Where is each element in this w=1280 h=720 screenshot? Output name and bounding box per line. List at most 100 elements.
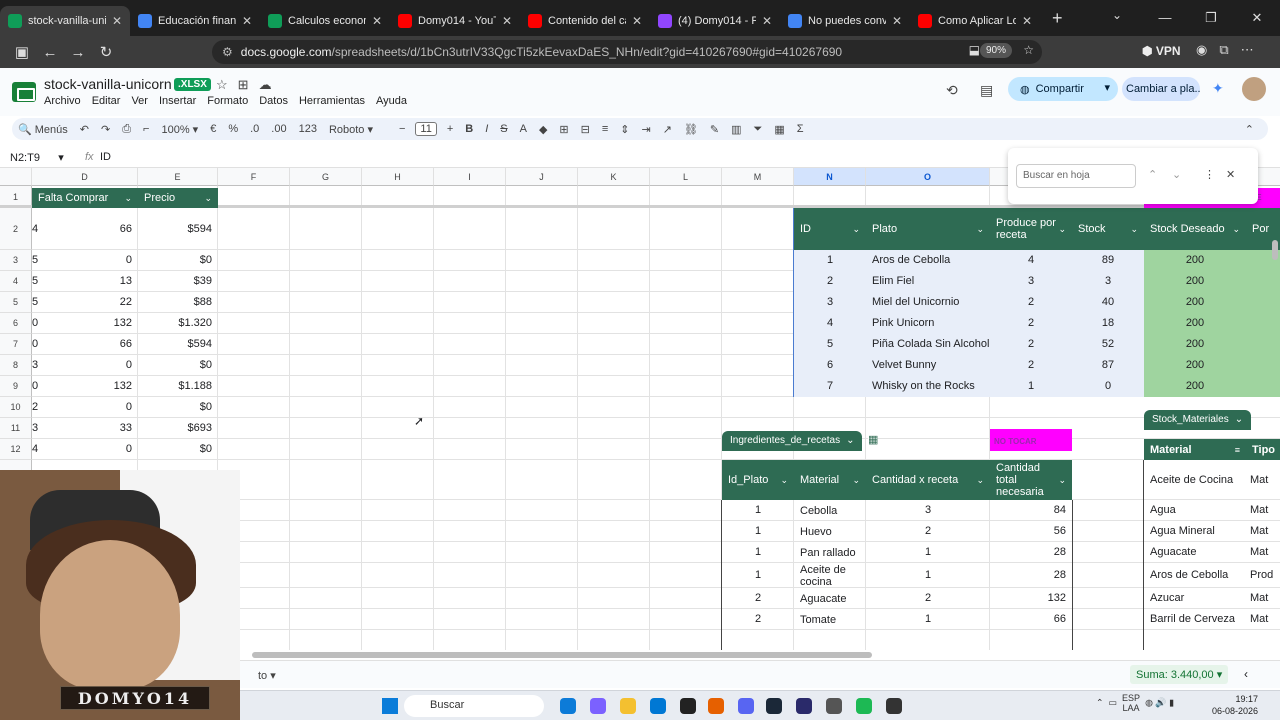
table-name-tag[interactable]: Ingredientes_de_recetas ⌄ <box>722 431 863 451</box>
row-header[interactable]: 2 <box>0 208 32 250</box>
steam-icon[interactable] <box>766 698 782 714</box>
windows-start-icon[interactable] <box>382 698 398 714</box>
zoom-select[interactable]: 100% ▾ <box>155 123 204 136</box>
font-size-decrease-icon[interactable]: − <box>393 123 411 135</box>
restore-icon[interactable]: ❐ <box>1188 0 1234 36</box>
zoom-badge[interactable]: 90% <box>979 43 1012 58</box>
menu-item[interactable]: Editar <box>92 95 121 107</box>
table-header-cell[interactable]: Cantidad total necesaria ⌄ <box>990 460 1072 500</box>
column-header[interactable]: K <box>578 168 650 186</box>
share-button[interactable]: ◍ Compartir ▾ <box>1008 77 1118 101</box>
chevron-down-icon[interactable]: ⌄ <box>1058 223 1066 235</box>
share-dropdown-icon[interactable]: ▾ <box>1104 81 1110 94</box>
tab-search-icon[interactable]: ⌄ <box>1112 8 1122 22</box>
store-icon[interactable] <box>680 698 696 714</box>
next-match-icon[interactable]: ⌄ <box>1172 168 1181 181</box>
close-window-icon[interactable]: ✕ <box>1234 0 1280 36</box>
row-header[interactable]: 12 <box>0 439 32 460</box>
bold-icon[interactable]: B <box>459 123 479 135</box>
fill-color-icon[interactable]: ◆ <box>533 123 553 136</box>
collapse-toolbar-icon[interactable]: ⌃ <box>1239 123 1260 136</box>
tab-close-icon[interactable]: ✕ <box>112 14 122 28</box>
row-header[interactable]: 7 <box>0 334 32 355</box>
italic-icon[interactable]: I <box>479 123 494 135</box>
formula-input[interactable]: ID <box>100 151 111 163</box>
chevron-down-icon[interactable]: ⌄ <box>976 224 984 235</box>
new-tab-icon[interactable]: + <box>1052 8 1063 29</box>
wrap-icon[interactable]: ⇥ <box>636 123 657 136</box>
table-options-icon[interactable]: ▦ <box>868 433 879 446</box>
column-header[interactable]: F <box>218 168 290 186</box>
column-header[interactable]: D <box>32 168 138 186</box>
tab-close-icon[interactable]: ✕ <box>372 14 382 28</box>
chevron-down-icon[interactable]: ⌄ <box>852 475 860 486</box>
strikethrough-icon[interactable]: S <box>494 123 513 135</box>
chevron-down-icon[interactable]: ⌄ <box>852 224 860 235</box>
menu-icon[interactable]: ⋯ <box>1241 42 1254 58</box>
chevron-down-icon[interactable]: ⌄ <box>124 193 132 204</box>
filter-views-icon[interactable]: ▦ <box>768 123 790 136</box>
font-size-input[interactable]: 11 <box>415 122 437 136</box>
percent-button[interactable]: % <box>222 123 244 135</box>
table-header-cell[interactable]: Cantidad x receta ⌄ <box>866 460 990 500</box>
chevron-down-icon[interactable]: ⌄ <box>780 475 788 486</box>
column-header[interactable]: O <box>866 168 990 186</box>
paint-format-icon[interactable]: ⌐ <box>137 123 155 135</box>
table-header-cell[interactable]: Precio ⌄ <box>138 188 218 208</box>
table-header-cell[interactable]: Stock Deseado ⌄ <box>1144 208 1246 250</box>
functions-icon[interactable]: Σ <box>791 123 810 135</box>
filter-list-icon[interactable]: ≡ <box>1235 445 1240 455</box>
column-header[interactable]: E <box>138 168 218 186</box>
filter-icon[interactable]: ⏷ <box>748 123 769 136</box>
profile-icon[interactable]: ◉ <box>1196 42 1207 58</box>
menu-item[interactable]: Insertar <box>159 95 196 107</box>
column-header[interactable]: N <box>794 168 866 186</box>
name-box[interactable]: N2:T9 ▾ <box>10 151 64 164</box>
find-input[interactable]: Buscar en hoja <box>1016 164 1136 188</box>
text-color-icon[interactable]: A <box>514 123 533 135</box>
browser-tab[interactable]: No puedes converti ✕ <box>780 6 910 36</box>
extensions-icon[interactable]: ⧉ <box>1219 42 1228 58</box>
menu-item[interactable]: Ayuda <box>376 95 407 107</box>
table-header-cell[interactable]: Material ⌄ <box>794 460 866 500</box>
tab-close-icon[interactable]: ✕ <box>1022 14 1032 28</box>
font-size-increase-icon[interactable]: + <box>441 123 459 135</box>
system-tray[interactable]: ⌃ ▭ ESP LAA ◍ 🔊 ▮ <box>1096 693 1174 713</box>
table-header-cell[interactable]: Produce por receta ⌄ <box>990 208 1072 250</box>
column-header[interactable]: J <box>506 168 578 186</box>
table-header-cell[interactable]: Stock ⌄ <box>1072 208 1144 250</box>
chevron-down-icon[interactable]: ⌄ <box>1235 414 1243 425</box>
comment-icon[interactable]: ✎ <box>704 123 725 136</box>
link-icon[interactable]: ⛓ <box>678 123 704 136</box>
spotify-icon[interactable] <box>856 698 872 714</box>
column-header[interactable]: L <box>650 168 722 186</box>
row-header[interactable]: 4 <box>0 271 32 292</box>
tab-close-icon[interactable]: ✕ <box>502 14 512 28</box>
cloud-status-icon[interactable]: ☁ <box>259 77 272 93</box>
site-info-icon[interactable]: ⚙ <box>222 45 233 59</box>
number-format-button[interactable]: 123 <box>293 123 323 135</box>
tab-close-icon[interactable]: ✕ <box>762 14 772 28</box>
browser-tab[interactable]: Educación financiera ✕ <box>130 6 260 36</box>
chevron-down-icon[interactable]: ⌄ <box>1130 224 1138 235</box>
column-header[interactable]: G <box>290 168 362 186</box>
merge-icon[interactable]: ⊟ <box>575 123 596 136</box>
tab-close-icon[interactable]: ✕ <box>892 14 902 28</box>
explore-collapse-icon[interactable]: ‹ <box>1244 667 1248 681</box>
chevron-down-icon[interactable]: ⌄ <box>976 475 984 486</box>
file-explorer-icon[interactable] <box>620 698 636 714</box>
chrome-icon[interactable] <box>826 698 842 714</box>
terminal-icon[interactable] <box>886 698 902 714</box>
select-all-corner[interactable] <box>0 168 32 186</box>
vertical-scrollbar[interactable] <box>1272 240 1278 260</box>
discord-icon[interactable] <box>738 698 754 714</box>
url-field[interactable]: ⚙ docs.google.com /spreadsheets/d/1bCn3u… <box>212 40 1042 64</box>
sheet-tab[interactable]: to ▾ <box>258 669 276 682</box>
app-icon[interactable] <box>796 698 812 714</box>
browser-tab[interactable]: Como Aplicar Los C ✕ <box>910 6 1040 36</box>
table-header-cell[interactable]: Material ≡ <box>1144 439 1246 460</box>
close-find-icon[interactable]: ✕ <box>1226 168 1235 181</box>
table-header-cell[interactable]: Falta Comprar ⌄ <box>32 188 138 208</box>
browser-tab[interactable]: Contenido del canal ✕ <box>520 6 650 36</box>
column-header[interactable]: I <box>434 168 506 186</box>
